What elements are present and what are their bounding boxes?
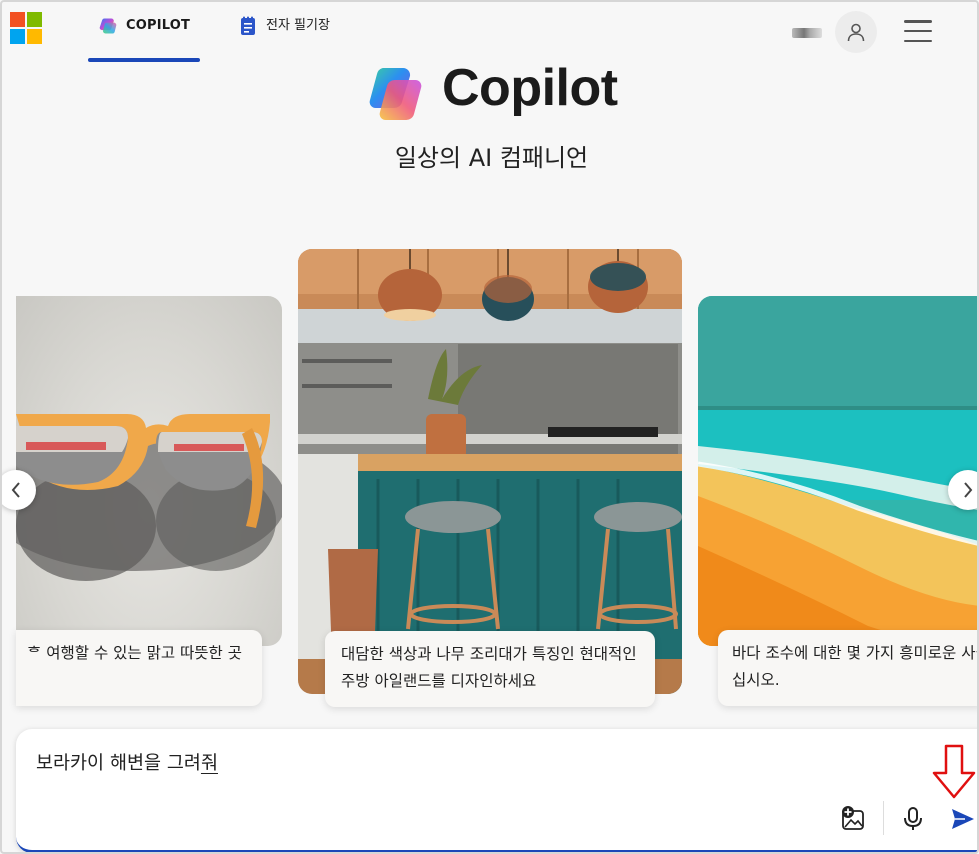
active-tab-indicator — [88, 58, 200, 62]
copilot-window: COPILOT 전자 필기장 Copilot 일상의 AI 컴패니언 ᄒ 여행할… — [0, 0, 979, 854]
card-caption-sunglasses[interactable]: ᄒ 여행할 수 있는 맑고 따뜻한 곳 — [16, 630, 262, 706]
hamburger-menu-icon[interactable] — [904, 20, 932, 42]
suggestion-card-sunglasses[interactable] — [16, 296, 282, 646]
account-name-redacted — [792, 28, 822, 38]
chat-input-value: 보라카이 해변을 그려 — [36, 753, 201, 774]
card-caption-beach[interactable]: 바다 조수에 대한 몇 가지 흥미로운 사실을 공유하십시오. — [718, 630, 977, 706]
card-caption-kitchen-text: 대담한 색상과 나무 조리대가 특징인 현대적인 주방 아일랜드를 디자인하세요 — [341, 645, 637, 690]
add-image-button[interactable] — [838, 804, 868, 834]
tab-copilot[interactable]: COPILOT — [88, 16, 200, 62]
hero-subtitle: 일상의 AI 컴패니언 — [394, 144, 589, 172]
chat-input-field[interactable]: 보라카이 해변을 그려줘 — [36, 749, 218, 775]
top-bar: COPILOT 전자 필기장 — [2, 2, 977, 62]
user-avatar-icon — [847, 23, 865, 42]
chat-input-composing-char: 줘 — [200, 753, 218, 774]
microphone-icon — [904, 807, 922, 830]
sunglasses-image — [16, 414, 282, 581]
add-image-icon — [842, 806, 864, 830]
tab-notebook-label: 전자 필기장 — [266, 18, 330, 33]
suggestion-card-kitchen[interactable] — [298, 249, 682, 694]
chat-input-box[interactable]: 보라카이 해변을 그려줘 — [16, 729, 977, 852]
card-caption-sunglasses-text: ᄒ 여행할 수 있는 맑고 따뜻한 곳 — [27, 644, 242, 662]
send-icon — [952, 809, 974, 829]
copilot-logo-icon — [99, 18, 117, 34]
tab-copilot-label: COPILOT — [126, 18, 191, 33]
send-button[interactable] — [948, 804, 977, 834]
chevron-right-icon — [964, 482, 973, 498]
copilot-hero-logo-icon — [369, 67, 422, 121]
beach-image — [698, 296, 977, 646]
kitchen-image — [298, 249, 682, 694]
toolbar-divider — [883, 801, 884, 835]
microphone-button[interactable] — [898, 804, 928, 834]
annotation-arrow-icon — [932, 744, 976, 799]
user-avatar-button[interactable] — [835, 11, 877, 53]
card-caption-beach-text: 바다 조수에 대한 몇 가지 흥미로운 사실을 공유하십시오. — [732, 644, 977, 689]
notebook-icon — [241, 16, 255, 35]
tab-notebook[interactable]: 전자 필기장 — [240, 16, 330, 62]
chevron-left-icon — [11, 482, 20, 498]
card-caption-kitchen[interactable]: 대담한 색상과 나무 조리대가 특징인 현대적인 주방 아일랜드를 디자인하세요 — [325, 631, 655, 707]
suggestion-card-beach[interactable] — [698, 296, 977, 646]
microsoft-logo-icon[interactable] — [10, 12, 42, 44]
hero-title: Copilot — [442, 59, 618, 117]
